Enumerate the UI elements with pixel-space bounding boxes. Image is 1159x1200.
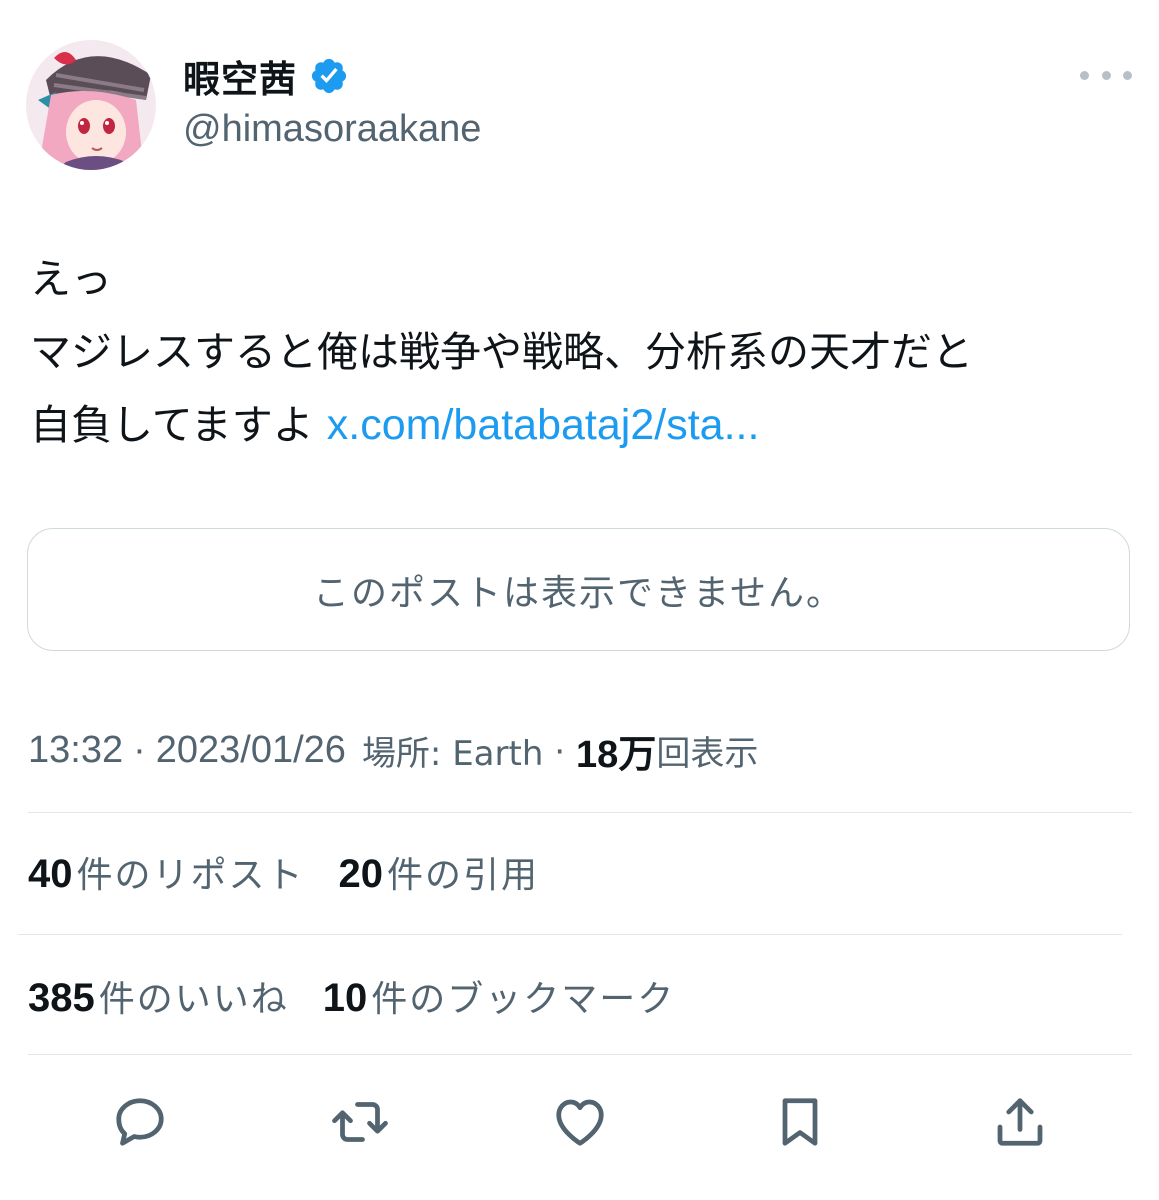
bookmarks-count: 10 — [322, 976, 368, 1020]
quotes-count: 20 — [338, 852, 384, 896]
stats-row-likes: 385 件のいいね 10 件のブックマーク — [28, 966, 709, 1026]
like-button[interactable] — [548, 1090, 612, 1154]
tweet-location: 場所: Earth — [361, 733, 544, 774]
quoted-post-unavailable-text: このポストは表示できません。 — [313, 572, 844, 614]
like-icon — [556, 1099, 604, 1146]
author-display-name[interactable]: 暇空茜 — [183, 49, 297, 103]
verified-badge-icon — [311, 58, 347, 94]
likes-stat[interactable]: 385 件のいいね — [28, 970, 289, 1022]
quotes-label: 件の引用 — [387, 855, 540, 896]
tweet-meta: 13:32 · 2023/01/26 場所: Earth · 18万 回表示 — [28, 722, 758, 778]
likes-label: 件のいいね — [98, 979, 289, 1020]
bookmark-icon — [782, 1098, 818, 1146]
reply-icon — [116, 1098, 164, 1146]
likes-count: 385 — [28, 976, 95, 1020]
share-icon — [997, 1098, 1043, 1146]
meta-separator: · — [553, 728, 567, 771]
dot-icon — [1080, 70, 1089, 80]
avatar-image — [26, 40, 156, 170]
quotes-stat[interactable]: 20 件の引用 — [339, 846, 540, 898]
reposts-count: 40 — [28, 852, 73, 896]
bookmarks-stat[interactable]: 10 件のブックマーク — [323, 970, 676, 1022]
tweet-line: えっ — [30, 255, 112, 303]
divider — [28, 812, 1132, 813]
repost-icon — [332, 1102, 388, 1142]
repost-button[interactable] — [328, 1090, 392, 1154]
author-name-row: 暇空茜 — [183, 50, 349, 102]
tweet-line-text: 自負してますよ — [30, 401, 314, 449]
tweet-line: 自負してますよ x.com/batabataj2/sta... — [30, 389, 1140, 462]
more-options-button[interactable] — [1080, 60, 1132, 90]
stats-row-reposts: 40 件のリポスト 20 件の引用 — [28, 842, 573, 902]
dot-icon — [1101, 70, 1111, 80]
avatar[interactable] — [26, 40, 156, 170]
reposts-label: 件のリポスト — [76, 855, 305, 896]
reply-button[interactable] — [108, 1090, 172, 1154]
quoted-post-box: このポストは表示できません。 — [27, 528, 1130, 651]
dot-icon — [1123, 70, 1132, 80]
tweet-line: マジレスすると俺は戦争や戦略、分析系の天才だと — [30, 328, 973, 376]
action-bar — [0, 1080, 1159, 1160]
divider — [18, 934, 1122, 935]
author-handle[interactable]: @himasoraakane — [183, 108, 481, 151]
views-count: 18万 — [576, 733, 657, 776]
bookmarks-label: 件のブックマーク — [371, 979, 676, 1020]
reposts-stat[interactable]: 40 件のリポスト — [28, 846, 305, 898]
tweet-text: えっ マジレスすると俺は戦争や戦略、分析系の天才だと 自負してますよ x.com… — [30, 243, 1140, 462]
tweet-date[interactable]: 2023/01/26 — [156, 729, 346, 772]
meta-separator: · — [133, 728, 146, 771]
tweet-link[interactable]: x.com/batabataj2/sta... — [327, 401, 760, 449]
bookmark-button[interactable] — [768, 1090, 832, 1154]
tweet-time[interactable]: 13:32 — [28, 729, 123, 772]
divider — [28, 1054, 1132, 1055]
views-label: 回表示 — [656, 733, 759, 774]
share-button[interactable] — [988, 1090, 1052, 1154]
